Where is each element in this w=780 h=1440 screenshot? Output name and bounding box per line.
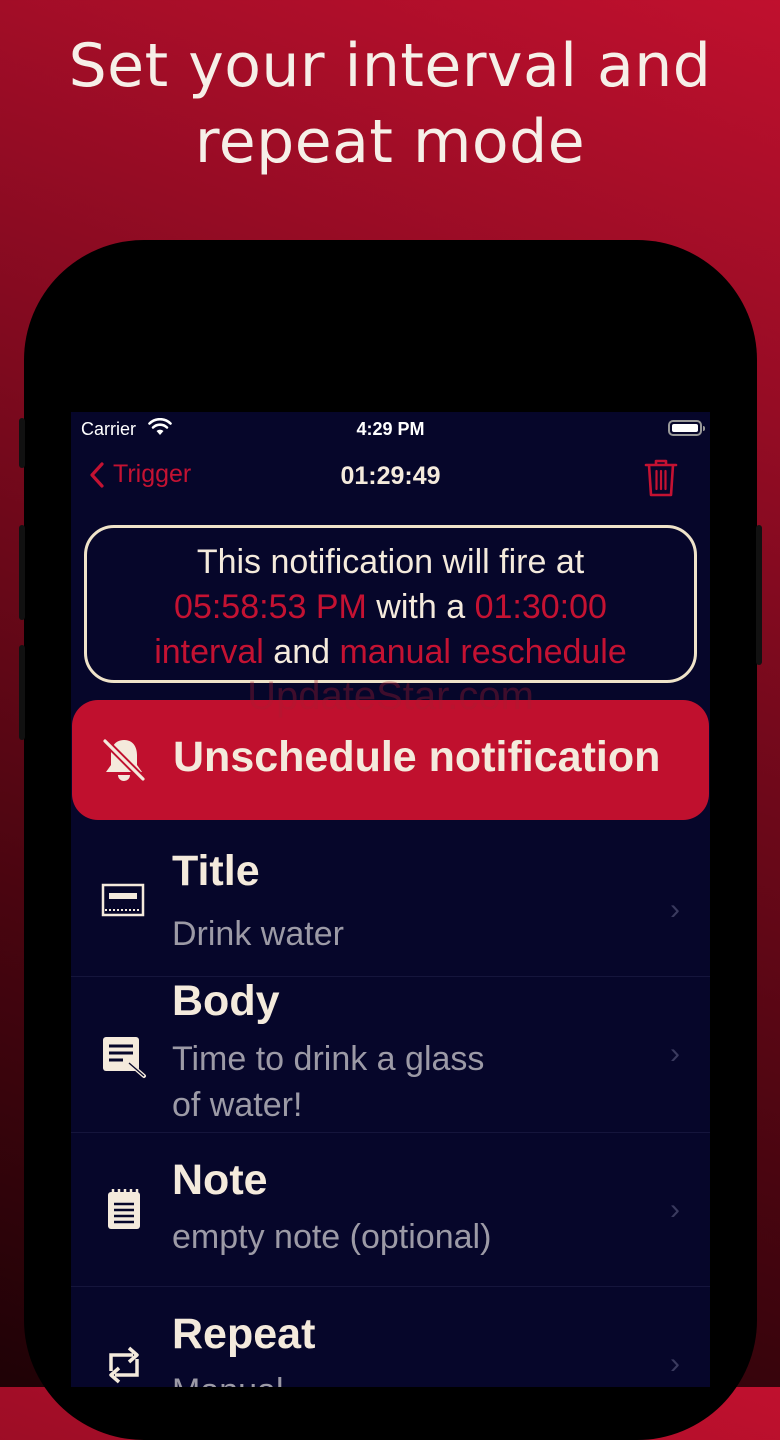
body-icon: [103, 1037, 146, 1078]
phone-volume-down: [19, 645, 25, 740]
bell-slash-icon: [100, 736, 148, 784]
summary-with: with a: [376, 588, 466, 626]
row-title-label: Title: [172, 847, 260, 895]
repeat-mode: manual reschedule: [339, 633, 627, 671]
watermark: UpdateStar.com: [247, 674, 534, 718]
summary-and: and: [273, 633, 331, 671]
interval-value: 01:30:00: [474, 588, 607, 626]
trash-button[interactable]: [644, 458, 678, 502]
row-repeat-value: Manual: [172, 1368, 284, 1387]
phone-power-button: [756, 525, 762, 665]
note-icon: [108, 1189, 140, 1229]
list-item-repeat[interactable]: Repeat Manual ›: [71, 1287, 710, 1387]
row-note-value: empty note (optional): [172, 1218, 492, 1256]
list-item-body[interactable]: Body Time to drink a glass of water! ›: [71, 977, 710, 1133]
battery-icon: [668, 420, 705, 436]
row-body-value-line1: Time to drink a glass: [172, 1040, 485, 1078]
chevron-right-icon: ›: [670, 893, 680, 926]
title-icon: [101, 883, 145, 917]
chevron-right-icon: ›: [670, 1037, 680, 1070]
chevron-right-icon: ›: [670, 1347, 680, 1380]
row-title-value: Drink water: [172, 915, 344, 953]
countdown-title: 01:29:49: [340, 462, 441, 490]
navigation-bar: Trigger 01:29:49: [71, 450, 710, 506]
chevron-right-icon: ›: [670, 1193, 680, 1226]
trash-icon: [644, 459, 678, 497]
row-body-label: Body: [172, 977, 280, 1025]
summary-line3: interval and manual reschedule: [87, 630, 694, 675]
list-item-note[interactable]: Note empty note (optional) ›: [71, 1133, 710, 1287]
row-note-label: Note: [172, 1156, 268, 1204]
phone-volume-up: [19, 525, 25, 620]
schedule-summary: This notification will fire at 05:58:53 …: [84, 525, 697, 683]
fire-time: 05:58:53 PM: [174, 588, 367, 626]
list-item-title[interactable]: Title Drink water ›: [71, 823, 710, 977]
summary-line1: This notification will fire at: [196, 543, 585, 581]
status-bar: Carrier 4:29 PM: [71, 412, 710, 446]
headline-line2: repeat mode: [194, 107, 586, 177]
headline: Set your interval and repeat mode: [0, 28, 780, 180]
phone-mute-switch: [19, 418, 25, 468]
headline-line1: Set your interval and: [68, 31, 712, 101]
summary-line2: 05:58:53 PM with a 01:30:00: [87, 585, 694, 630]
status-time: 4:29 PM: [356, 419, 425, 439]
interval-word: interval: [154, 633, 264, 671]
app-screen: Carrier 4:29 PM Trigger 01:29:49 This no…: [71, 412, 710, 1387]
row-body-value-line2: of water!: [172, 1086, 303, 1124]
repeat-icon: [109, 1346, 139, 1384]
row-repeat-label: Repeat: [172, 1310, 316, 1358]
unschedule-label: Unschedule notification: [173, 733, 661, 781]
